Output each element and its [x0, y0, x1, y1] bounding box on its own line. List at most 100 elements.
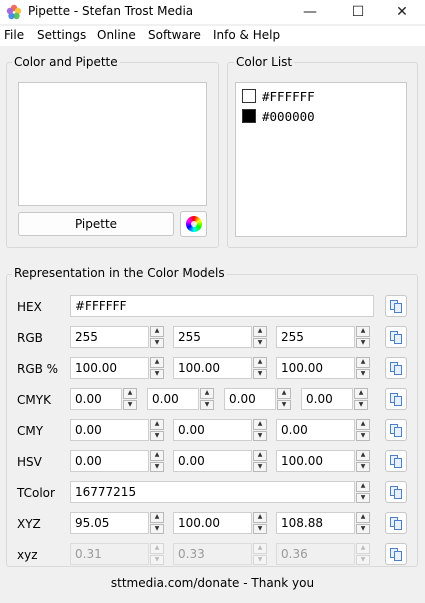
color-list-hex: #FFFFFF	[262, 88, 315, 104]
rgb-pct-g-input[interactable]: 100.00	[173, 357, 252, 379]
hsv-s-spinner[interactable]: ▲ ▼	[253, 450, 267, 472]
menu-online[interactable]: Online	[97, 28, 136, 42]
copy-icon	[390, 485, 402, 499]
color-list-title: Color List	[234, 55, 295, 69]
cmyk-k-input[interactable]: 0.00	[301, 388, 353, 410]
color-list-item[interactable]: #FFFFFF	[242, 87, 315, 105]
color-swatch	[242, 89, 256, 103]
rgb-pct-b-input[interactable]: 100.00	[276, 357, 355, 379]
xyz-small-y-input: 0.33	[173, 543, 252, 565]
copy-xyz-small-button[interactable]	[385, 543, 407, 565]
hsv-h-input[interactable]: 0.00	[70, 450, 149, 472]
menu-software[interactable]: Software	[148, 28, 201, 42]
cmyk-c-spinner[interactable]: ▲ ▼	[123, 388, 137, 410]
copy-xyz-button[interactable]	[385, 512, 407, 534]
color-models-title: Representation in the Color Models	[12, 266, 227, 280]
cmyk-m-input[interactable]: 0.00	[147, 388, 199, 410]
xyz-y-spinner[interactable]: ▲ ▼	[253, 512, 267, 534]
minimize-button[interactable]: —	[287, 0, 333, 24]
rgb-g-spinner[interactable]: ▲ ▼	[253, 326, 267, 348]
rgb-b-spinner[interactable]: ▲ ▼	[356, 326, 370, 348]
menu-bar: File Settings Online Software Info & Hel…	[0, 26, 425, 46]
hsv-s-input[interactable]: 0.00	[173, 450, 252, 472]
xyz-small-x-input: 0.31	[70, 543, 149, 565]
tcolor-input[interactable]: 16777215	[70, 481, 355, 503]
pipette-button[interactable]: Pipette	[18, 212, 174, 236]
cmy-m-input[interactable]: 0.00	[173, 419, 252, 441]
copy-icon	[390, 361, 402, 375]
xyz-z-spinner[interactable]: ▲ ▼	[356, 512, 370, 534]
rgb-b-input[interactable]: 255	[276, 326, 355, 348]
copy-hex-button[interactable]	[385, 295, 407, 317]
cmyk-m-spinner[interactable]: ▲ ▼	[200, 388, 214, 410]
copy-rgb-button[interactable]	[385, 326, 407, 348]
window-title: Pipette - Stefan Trost Media	[28, 4, 194, 18]
color-preview	[18, 82, 207, 206]
xyz-small-y-spinner: ▲ ▼	[253, 543, 267, 565]
hex-label: HEX	[17, 300, 42, 314]
cmy-c-input[interactable]: 0.00	[70, 419, 149, 441]
rgb-r-input[interactable]: 255	[70, 326, 149, 348]
color-pipette-title: Color and Pipette	[12, 55, 120, 69]
menu-settings[interactable]: Settings	[37, 28, 86, 42]
xyz-small-z-input: 0.36	[276, 543, 355, 565]
copy-icon	[390, 330, 402, 344]
rgb-pct-r-input[interactable]: 100.00	[70, 357, 149, 379]
copy-cmy-button[interactable]	[385, 419, 407, 441]
xyz-small-z-spinner: ▲ ▼	[356, 543, 370, 565]
cmyk-y-spinner[interactable]: ▲ ▼	[277, 388, 291, 410]
cmy-y-spinner[interactable]: ▲ ▼	[356, 419, 370, 441]
color-list-hex: #000000	[262, 108, 315, 124]
cmy-c-spinner[interactable]: ▲ ▼	[150, 419, 164, 441]
rgb-pct-r-spinner[interactable]: ▲ ▼	[150, 357, 164, 379]
cmy-label: CMY	[17, 424, 44, 438]
xyz-x-input[interactable]: 95.05	[70, 512, 149, 534]
menu-file[interactable]: File	[4, 28, 24, 42]
title-bar: Pipette - Stefan Trost Media — ☐ ✕	[0, 0, 425, 24]
copy-icon	[390, 392, 402, 406]
hsv-v-input[interactable]: 100.00	[276, 450, 355, 472]
cmyk-c-input[interactable]: 0.00	[70, 388, 122, 410]
cmyk-y-input[interactable]: 0.00	[224, 388, 276, 410]
color-list-item[interactable]: #000000	[242, 107, 315, 125]
cmyk-label: CMYK	[17, 393, 51, 407]
cmy-m-spinner[interactable]: ▲ ▼	[253, 419, 267, 441]
rgb-pct-b-spinner[interactable]: ▲ ▼	[356, 357, 370, 379]
close-button[interactable]: ✕	[379, 0, 425, 24]
copy-hsv-button[interactable]	[385, 450, 407, 472]
color-wheel-button[interactable]	[180, 211, 207, 237]
rgb-label: RGB	[17, 331, 43, 345]
xyz-small-label: xyz	[17, 548, 38, 562]
donate-link[interactable]: sttmedia.com/donate - Thank you	[0, 576, 425, 590]
xyz-label: XYZ	[17, 517, 41, 531]
tcolor-spinner[interactable]: ▲ ▼	[356, 481, 370, 503]
copy-cmyk-button[interactable]	[385, 388, 407, 410]
copy-icon	[390, 423, 402, 437]
xyz-y-input[interactable]: 100.00	[173, 512, 252, 534]
hsv-label: HSV	[17, 455, 42, 469]
copy-icon	[390, 547, 402, 561]
tcolor-label: TColor	[17, 486, 55, 500]
color-list[interactable]: #FFFFFF #000000	[235, 82, 407, 237]
copy-icon	[390, 516, 402, 530]
xyz-z-input[interactable]: 108.88	[276, 512, 355, 534]
rgb-pct-g-spinner[interactable]: ▲ ▼	[253, 357, 267, 379]
copy-icon	[390, 454, 402, 468]
xyz-x-spinner[interactable]: ▲ ▼	[150, 512, 164, 534]
copy-rgb-pct-button[interactable]	[385, 357, 407, 379]
cmy-y-input[interactable]: 0.00	[276, 419, 355, 441]
hsv-v-spinner[interactable]: ▲ ▼	[356, 450, 370, 472]
menu-info-help[interactable]: Info & Help	[213, 28, 280, 42]
color-wheel-icon	[185, 216, 202, 232]
rgb-pct-label: RGB %	[17, 362, 59, 376]
hsv-h-spinner[interactable]: ▲ ▼	[150, 450, 164, 472]
rgb-r-spinner[interactable]: ▲ ▼	[150, 326, 164, 348]
rgb-g-input[interactable]: 255	[173, 326, 252, 348]
cmyk-k-spinner[interactable]: ▲ ▼	[354, 388, 368, 410]
color-swatch	[242, 109, 256, 123]
maximize-button[interactable]: ☐	[335, 0, 381, 24]
copy-icon	[390, 299, 402, 313]
xyz-small-x-spinner: ▲ ▼	[150, 543, 164, 565]
hex-input[interactable]: #FFFFFF	[70, 295, 374, 317]
copy-tcolor-button[interactable]	[385, 481, 407, 503]
